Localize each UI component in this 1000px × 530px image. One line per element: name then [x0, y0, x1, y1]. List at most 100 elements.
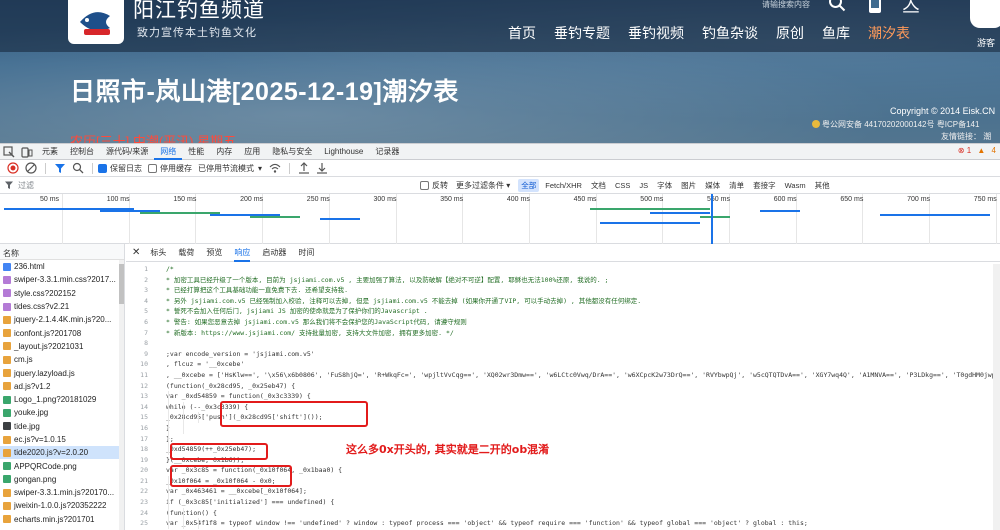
request-row[interactable]: jquery-2.1.4.4K.min.js?20...: [0, 313, 124, 326]
nav-item-home[interactable]: 首页: [508, 23, 536, 43]
request-row[interactable]: youke.jpg: [0, 406, 124, 419]
nav-item-tides[interactable]: 潮汐表: [868, 23, 910, 43]
export-har-icon[interactable]: [316, 162, 328, 174]
code-scrollbar[interactable]: [993, 264, 1000, 530]
request-row[interactable]: gongan.png: [0, 473, 124, 486]
request-row[interactable]: 236.html: [0, 260, 124, 273]
timeline-request-bar: [250, 216, 300, 218]
filter-chip-js[interactable]: JS: [636, 180, 651, 191]
nav-item-original[interactable]: 原创: [776, 23, 804, 43]
detail-tab-preview[interactable]: 预览: [206, 244, 222, 262]
filter-chip-other[interactable]: 其他: [812, 179, 833, 192]
mobile-icon[interactable]: [868, 0, 882, 14]
detail-tab-response[interactable]: 响应: [234, 244, 251, 262]
request-row[interactable]: tide2020.js?v=2.0.20: [0, 446, 124, 460]
request-row[interactable]: iconfont.js?201708: [0, 326, 124, 339]
request-row[interactable]: swiper-3.3.1.min.js?20170...: [0, 486, 124, 499]
wifi-conditions-icon[interactable]: [269, 162, 281, 174]
tab-sources[interactable]: 源代码/来源: [100, 144, 154, 160]
code-line: 8: [126, 338, 1000, 349]
request-row[interactable]: ec.js?v=1.0.15: [0, 433, 124, 446]
filter-chip-media[interactable]: 媒体: [702, 179, 723, 192]
tab-memory[interactable]: 内存: [210, 144, 238, 160]
record-stop-icon[interactable]: [7, 162, 19, 174]
guest-label[interactable]: 游客: [977, 36, 995, 49]
indent-guide: [168, 433, 169, 445]
detail-tab-headers[interactable]: 标头: [150, 244, 166, 262]
inspect-element-icon[interactable]: [3, 145, 15, 158]
request-row[interactable]: cm.js: [0, 353, 124, 366]
request-row[interactable]: jweixin-1.0.0.js?20352222: [0, 499, 124, 512]
icp-text[interactable]: 粤公网安备 44170202000142号 粤ICP备141: [822, 120, 979, 129]
search-icon[interactable]: [72, 162, 84, 174]
preserve-log-label[interactable]: 保留日志: [110, 163, 142, 174]
avatar[interactable]: [970, 0, 1000, 28]
close-icon[interactable]: ✕: [132, 247, 140, 258]
request-row[interactable]: style.css?202152: [0, 287, 124, 300]
name-column-header[interactable]: 名称: [0, 244, 124, 260]
invert-checkbox[interactable]: [420, 180, 429, 190]
detail-tab-timing[interactable]: 时间: [298, 244, 314, 262]
request-row[interactable]: _layout.js?2021031: [0, 340, 124, 353]
filter-chip-wasm[interactable]: Wasm: [782, 180, 809, 191]
request-name: ec.js?v=1.0.15: [14, 435, 66, 444]
filter-chip-doc[interactable]: 文档: [588, 179, 609, 192]
response-code-viewer[interactable]: 1 /* 2 * 加密工具已经升级了一个版本, 目前为 jsjiami.com.v5…: [126, 264, 1000, 530]
tab-network[interactable]: 网络: [154, 144, 183, 160]
filter-chip-font[interactable]: 字体: [654, 179, 675, 192]
filter-chip-img[interactable]: 图片: [678, 179, 699, 192]
tab-performance[interactable]: 性能: [182, 144, 210, 160]
disable-cache-label[interactable]: 停用缓存: [160, 163, 192, 174]
devtools-panel: 元素 控制台 源代码/来源 网络 性能 内存 应用 隐私与安全 Lighthou…: [0, 143, 1000, 530]
disable-cache-checkbox[interactable]: [148, 163, 157, 173]
icp-record[interactable]: 粤公网安备 44170202000142号 粤ICP备141: [812, 119, 979, 130]
invert-label[interactable]: 反转: [432, 180, 448, 191]
nav-item-videos[interactable]: 垂钓视频: [628, 23, 684, 43]
site-search-input[interactable]: 请输搜索内容: [762, 0, 820, 11]
timeline-tick-label: 700 ms: [907, 196, 931, 203]
tab-console[interactable]: 控制台: [64, 144, 100, 160]
search-icon[interactable]: [828, 0, 846, 12]
timeline-cursor-marker[interactable]: [711, 194, 713, 244]
more-filters-dropdown[interactable]: 更多过滤条件 ▾: [456, 180, 510, 191]
detail-tab-payload[interactable]: 载荷: [178, 244, 194, 262]
filter-chip-fetch-xhr[interactable]: Fetch/XHR: [542, 180, 585, 191]
code-line: 22 var _0x463461 = __0xcebe[_0x10f064];: [126, 486, 1000, 498]
tab-privacy-security[interactable]: 隐私与安全: [266, 144, 318, 160]
request-row[interactable]: APPQRCode.png: [0, 459, 124, 472]
request-row[interactable]: jquery.lazyload.js: [0, 366, 124, 379]
user-menu-glyph[interactable]: 亼: [902, 0, 920, 18]
nav-item-talk[interactable]: 钓鱼杂谈: [702, 23, 758, 43]
request-row[interactable]: ad.js?v1.2: [0, 380, 124, 393]
import-har-icon[interactable]: [298, 162, 310, 174]
tab-elements[interactable]: 元素: [36, 144, 64, 160]
js-file-icon: [3, 315, 11, 324]
device-toolbar-icon[interactable]: [21, 146, 33, 158]
network-overview-timeline[interactable]: 50 ms 100 ms 150 ms 200 ms 250 ms 300 ms 350 m…: [0, 194, 1000, 244]
request-row[interactable]: tides.css?v2.21: [0, 300, 124, 313]
tab-lighthouse[interactable]: Lighthouse: [318, 144, 369, 160]
detail-tab-initiator[interactable]: 启动器: [262, 244, 286, 262]
css-file-icon: [3, 302, 11, 311]
request-row[interactable]: tide.jpg: [0, 420, 124, 433]
filter-chip-all[interactable]: 全部: [518, 178, 540, 192]
filter-chip-socket[interactable]: 套接字: [750, 179, 779, 192]
filter-input[interactable]: 过滤: [0, 178, 420, 193]
request-row[interactable]: echarts.min.js?201701: [0, 513, 124, 526]
filter-funnel-icon[interactable]: [54, 162, 66, 174]
timeline-tick-label: 200 ms: [240, 196, 264, 203]
request-row[interactable]: Logo_1.png?20181029: [0, 393, 124, 406]
tab-application[interactable]: 应用: [238, 144, 266, 160]
chevron-down-icon[interactable]: ▾: [258, 164, 262, 173]
request-row[interactable]: swiper-3.3.1.min.css?2017...: [0, 273, 124, 286]
nav-item-fish-db[interactable]: 鱼库: [822, 23, 850, 43]
filter-chip-css[interactable]: CSS: [612, 180, 633, 191]
clear-icon[interactable]: [25, 162, 37, 174]
nav-item-topics[interactable]: 垂钓专题: [554, 23, 610, 43]
throttling-select[interactable]: 已停用节流模式: [198, 163, 254, 174]
filter-chip-manifest[interactable]: 清单: [726, 179, 747, 192]
tab-recorder[interactable]: 记录器: [369, 144, 405, 160]
issue-counts[interactable]: ⊗ 1 ▲ 4: [958, 146, 996, 155]
scrollbar-thumb[interactable]: [119, 264, 124, 304]
preserve-log-checkbox[interactable]: [98, 163, 107, 173]
